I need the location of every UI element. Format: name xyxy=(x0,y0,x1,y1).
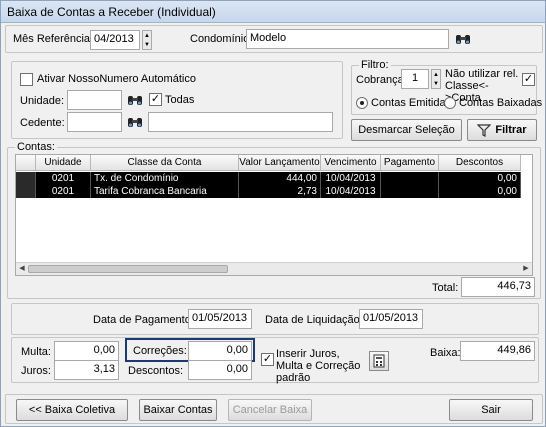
mes-referencia-field[interactable]: 04/2013 xyxy=(90,30,140,50)
unidade-label: Unidade: xyxy=(20,95,65,107)
column-header[interactable]: Unidade xyxy=(36,155,91,171)
column-header[interactable]: Vencimento xyxy=(321,155,381,171)
nosso-numero-label: Ativar NossoNumero Automático xyxy=(37,73,196,85)
multa-label: Multa: xyxy=(21,346,51,358)
cell-descontos: 0,00 xyxy=(439,185,521,198)
sair-label: Sair xyxy=(481,404,501,416)
cell-unidade: 0201 xyxy=(36,185,91,198)
unidade-field[interactable] xyxy=(67,90,122,110)
nosso-numero-checkbox[interactable] xyxy=(20,73,33,86)
scroll-thumb[interactable] xyxy=(28,265,228,273)
funnel-icon xyxy=(477,123,492,137)
sair-button[interactable]: Sair xyxy=(449,399,533,421)
filtrar-label: Filtrar xyxy=(495,124,527,136)
grid-header: Unidade Classe da Conta Valor Lançamento… xyxy=(16,155,521,171)
cancelar-baixa-label: Cancelar Baixa xyxy=(232,404,308,416)
binoculars-icon[interactable] xyxy=(454,30,472,48)
desmarcar-selecao-label: Desmarcar Seleção xyxy=(358,124,455,136)
column-header[interactable]: Classe da Conta xyxy=(91,155,239,171)
correcoes-field[interactable]: 0,00 xyxy=(188,341,252,361)
data-liquidacao-field[interactable]: 01/05/2013 xyxy=(359,309,423,329)
baixa-label: Baixa: xyxy=(430,347,461,359)
cancelar-baixa-button[interactable]: Cancelar Baixa xyxy=(228,399,312,421)
baixa-coletiva-button[interactable]: << Baixa Coletiva xyxy=(16,399,128,421)
contas-emitidas-label: Contas Emitidas xyxy=(371,97,452,109)
cedente-name-field[interactable] xyxy=(148,112,333,132)
todas-label: Todas xyxy=(165,94,195,106)
cobranca-label: Cobrança: xyxy=(356,74,407,86)
condominio-label: Condomínio: xyxy=(190,33,253,45)
baixar-contas-label: Baixar Contas xyxy=(143,404,213,416)
cell-valor: 444,00 xyxy=(239,172,321,185)
table-row[interactable]: 0201 Tx. de Condomínio 444,00 10/04/2013… xyxy=(16,172,521,185)
inserir-padrao-checkbox[interactable]: ✓ xyxy=(261,353,274,366)
cell-pagamento xyxy=(381,172,439,185)
contas-grid[interactable]: Unidade Classe da Conta Valor Lançamento… xyxy=(15,154,533,276)
binoculars-icon[interactable] xyxy=(126,113,144,131)
total-field: 446,73 xyxy=(461,277,535,297)
contas-baixadas-label: Contas Baixadas xyxy=(459,97,543,109)
window: Baixa de Contas a Receber (Individual) M… xyxy=(0,0,546,427)
contas-emitidas-radio[interactable] xyxy=(356,97,368,109)
nao-utilizar-checkbox[interactable]: ✓ xyxy=(522,73,535,86)
filtro-legend: Filtro: xyxy=(359,59,391,71)
desmarcar-selecao-button[interactable]: Desmarcar Seleção xyxy=(351,119,462,141)
baixa-field: 449,86 xyxy=(460,341,535,361)
descontos-label: Descontos: xyxy=(128,365,184,377)
baixar-contas-button[interactable]: Baixar Contas xyxy=(139,399,217,421)
table-row[interactable]: 0201 Tarifa Cobranca Bancaria 2,73 10/04… xyxy=(16,185,521,198)
condominio-field[interactable]: Modelo xyxy=(246,29,449,49)
contas-baixadas-radio[interactable] xyxy=(444,97,456,109)
juros-field[interactable]: 3,13 xyxy=(54,360,119,380)
cell-vencimento: 10/04/2013 xyxy=(321,172,381,185)
data-pagamento-field[interactable]: 01/05/2013 xyxy=(188,309,252,329)
total-label: Total: xyxy=(432,282,459,294)
horizontal-scrollbar[interactable]: ◀ ▶ xyxy=(16,262,532,275)
data-pagamento-label: Data de Pagamento: xyxy=(93,314,194,326)
cell-unidade: 0201 xyxy=(36,172,91,185)
cell-vencimento: 10/04/2013 xyxy=(321,185,381,198)
cedente-code-field[interactable] xyxy=(67,112,122,132)
cedente-label: Cedente: xyxy=(20,117,65,129)
cell-valor: 2,73 xyxy=(239,185,321,198)
multa-field[interactable]: 0,00 xyxy=(54,341,119,361)
cobranca-spinner[interactable]: ▲ ▼ xyxy=(431,69,441,89)
cell-classe: Tarifa Cobranca Bancaria xyxy=(91,185,239,198)
filtrar-button[interactable]: Filtrar xyxy=(467,119,537,141)
baixa-coletiva-label: << Baixa Coletiva xyxy=(28,404,116,416)
cell-descontos: 0,00 xyxy=(439,172,521,185)
scroll-left-icon[interactable]: ◀ xyxy=(16,263,28,275)
mes-referencia-label: Mês Referência: xyxy=(13,33,94,45)
column-header[interactable]: Pagamento xyxy=(381,155,439,171)
row-selector[interactable] xyxy=(16,172,36,185)
column-header[interactable]: Descontos xyxy=(439,155,521,171)
calculator-icon[interactable] xyxy=(369,351,389,371)
todas-checkbox[interactable]: ✓ xyxy=(149,93,162,106)
cobranca-field[interactable]: 1 xyxy=(401,69,429,89)
correcoes-label: Correções: xyxy=(133,345,187,357)
juros-label: Juros: xyxy=(21,365,51,377)
cell-pagamento xyxy=(381,185,439,198)
scroll-right-icon[interactable]: ▶ xyxy=(520,263,532,275)
descontos-field[interactable]: 0,00 xyxy=(188,360,252,380)
contas-legend: Contas: xyxy=(15,141,57,153)
cell-classe: Tx. de Condomínio xyxy=(91,172,239,185)
window-title: Baixa de Contas a Receber (Individual) xyxy=(1,1,545,23)
column-header[interactable]: Valor Lançamento xyxy=(239,155,321,171)
mes-spinner[interactable]: ▲ ▼ xyxy=(142,30,152,50)
row-selector-header xyxy=(16,155,36,171)
binoculars-icon[interactable] xyxy=(126,91,144,109)
data-liquidacao-label: Data de Liquidação: xyxy=(265,314,363,326)
inserir-padrao-label: Inserir Juros, Multa e Correção padrão xyxy=(276,348,361,384)
row-selector[interactable] xyxy=(16,185,36,198)
